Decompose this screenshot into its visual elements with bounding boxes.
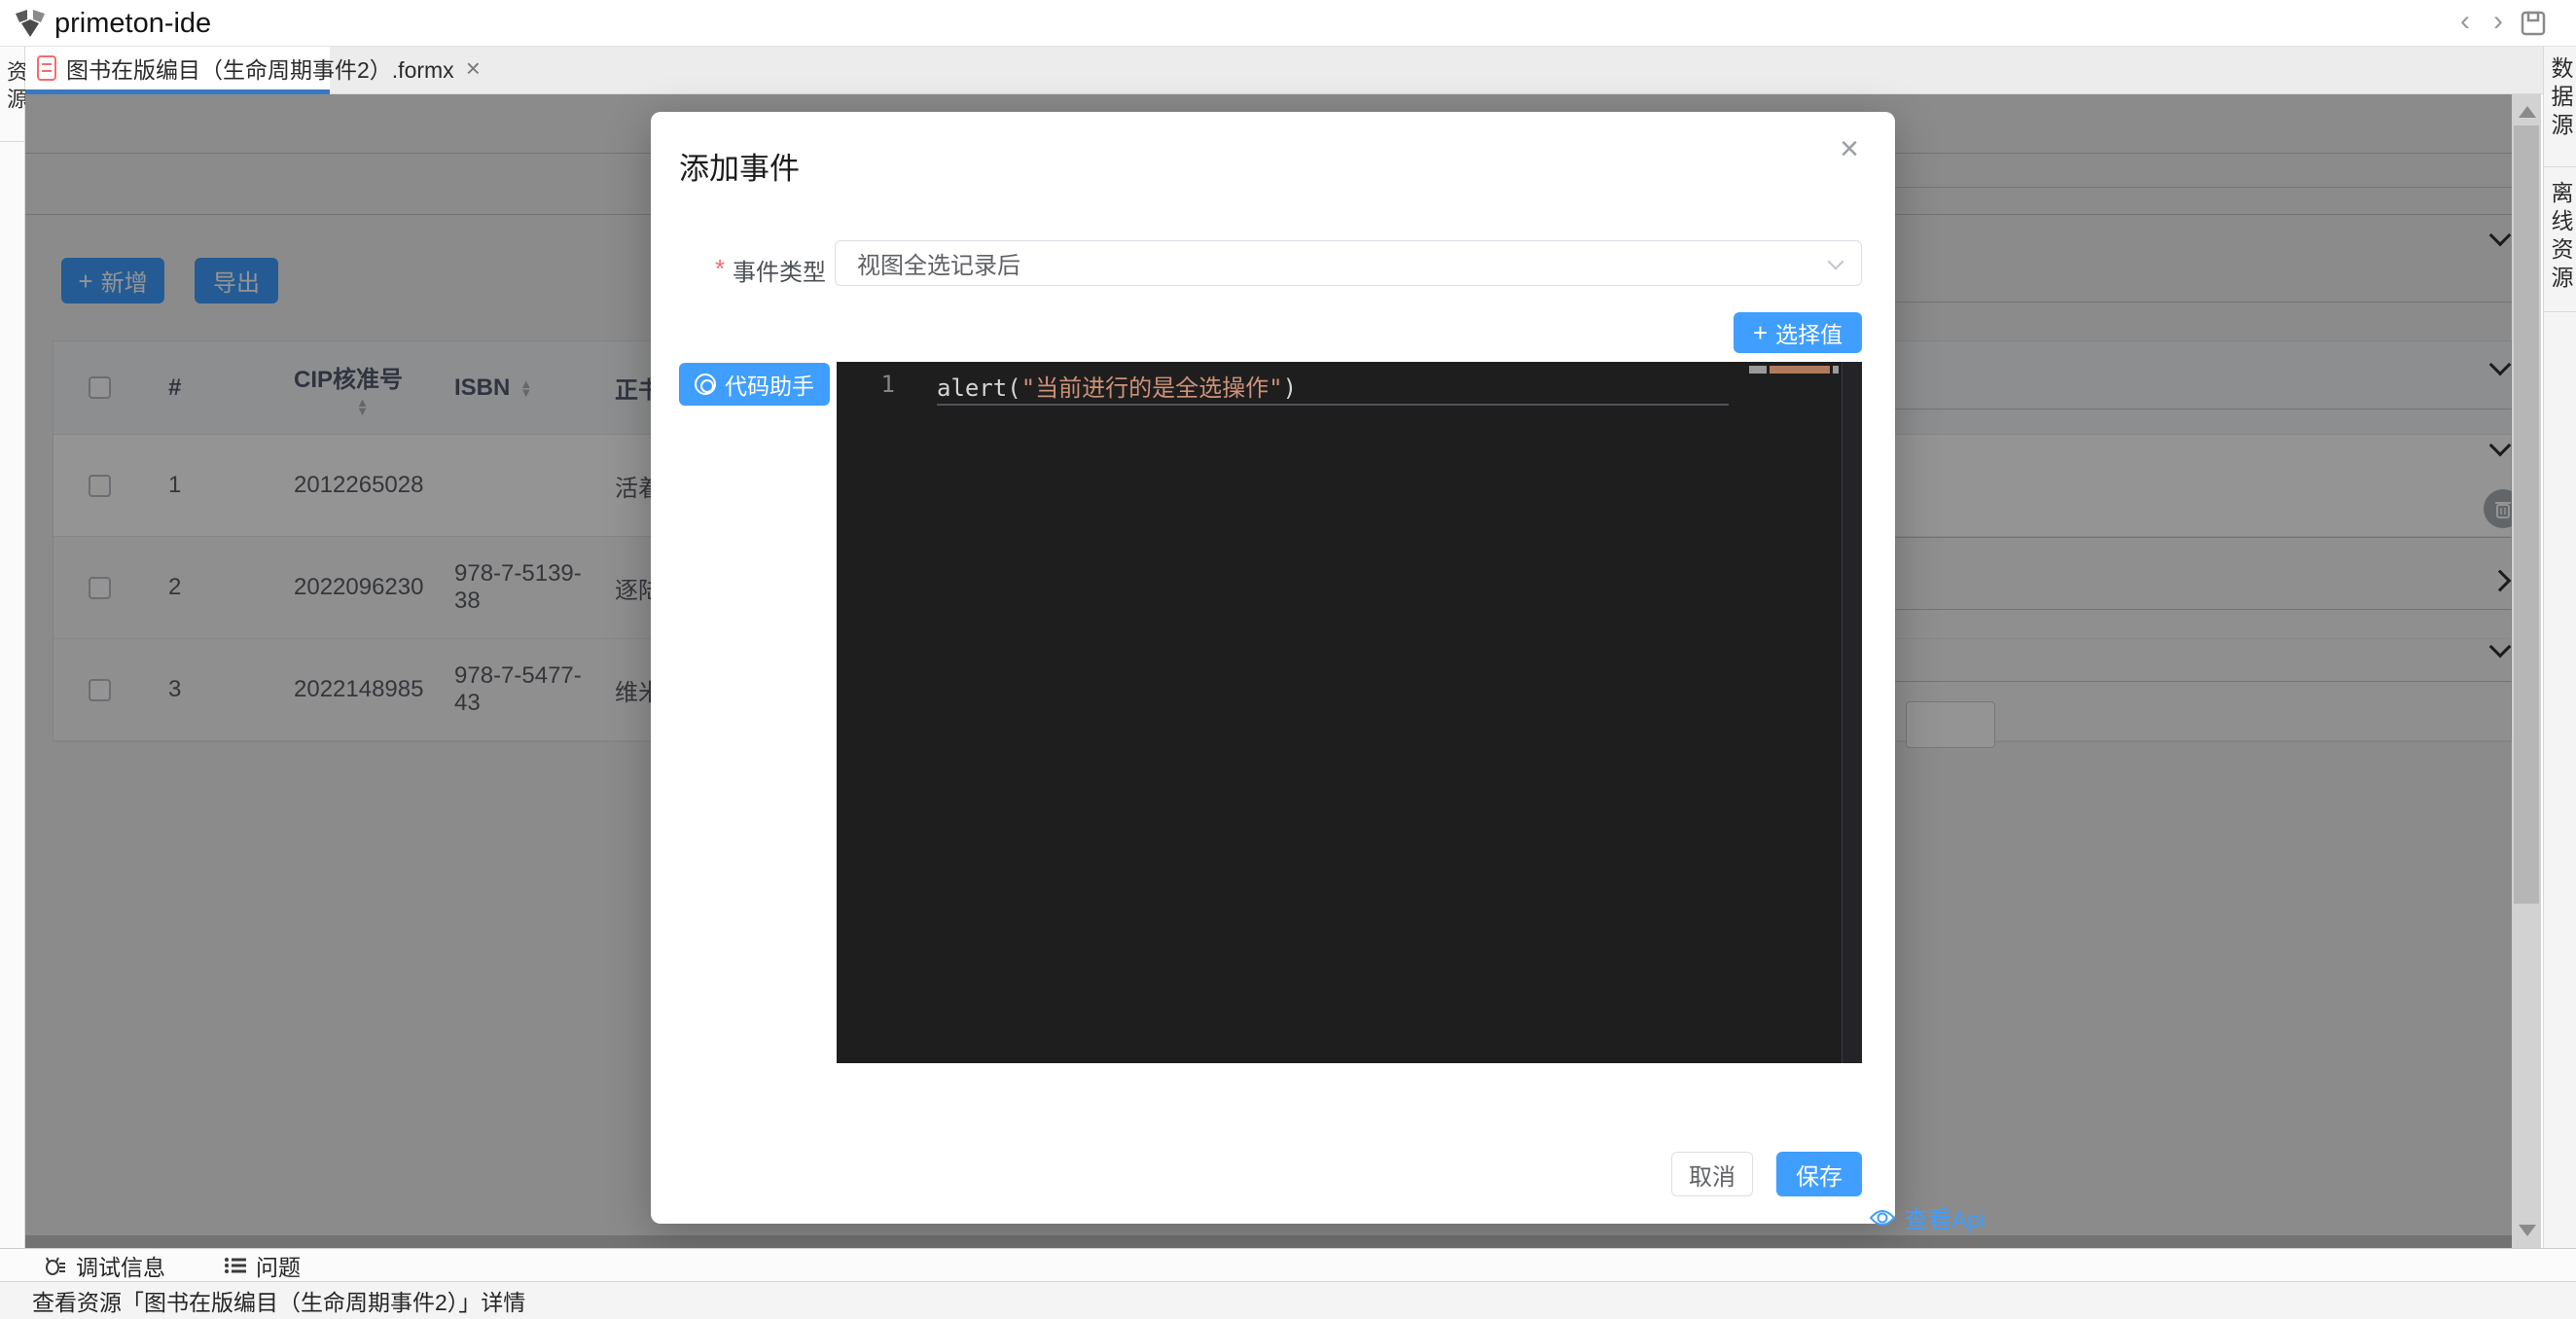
event-type-label: 事件类型 (733, 253, 826, 287)
debug-info-tab[interactable]: 调试信息 (44, 1249, 165, 1282)
tab-formx[interactable]: 图书在版编目（生命周期事件2）.formx × (25, 47, 330, 94)
left-rail-resources[interactable]: 资源 (0, 60, 24, 115)
tab-bar: 图书在版编目（生命周期事件2）.formx × (25, 47, 2543, 94)
current-line-underline (937, 404, 1729, 406)
add-event-dialog: 添加事件 × * 事件类型 视图全选记录后 + 选择值 代码助手 1 alert… (651, 112, 1895, 1224)
app-window: primeton-ide ‹ › 资源 图书在版编目（生命周期事件2）.form… (0, 0, 2576, 1319)
list-icon (224, 1254, 247, 1277)
right-rail-divider (2544, 311, 2576, 312)
left-rail: 资源 (0, 47, 25, 1248)
cancel-button[interactable]: 取消 (1671, 1152, 1753, 1196)
vertical-scrollbar[interactable] (2512, 94, 2541, 1248)
right-rail-offline-resource[interactable]: 离线资源 (2544, 181, 2576, 294)
title-bar: primeton-ide ‹ › (0, 0, 2576, 47)
scrollbar-thumb[interactable] (2514, 125, 2539, 904)
code-assistant-icon (695, 374, 716, 395)
app-title: primeton-ide (54, 8, 211, 40)
nav-forward-icon[interactable]: › (2483, 6, 2514, 39)
code-assistant-button[interactable]: 代码助手 (679, 363, 830, 406)
view-api-link[interactable]: 查看Api (1869, 1200, 1986, 1234)
eye-icon (1869, 1208, 1896, 1228)
right-rail: 数据源 离线资源 (2543, 47, 2576, 1248)
chevron-down-icon (1828, 254, 1844, 270)
plus-icon: + (1753, 320, 1768, 345)
scroll-down-arrow-icon[interactable] (2519, 1225, 2536, 1236)
select-value-button[interactable]: + 选择值 (1734, 312, 1862, 353)
editor-minimap[interactable] (1842, 362, 1862, 1063)
status-text: 查看资源「图书在版编目（生命周期事件2）」详情 (32, 1284, 525, 1317)
code-line[interactable]: alert("当前进行的是全选操作") (937, 369, 1297, 403)
debug-icon (44, 1254, 67, 1277)
scroll-up-arrow-icon[interactable] (2519, 106, 2536, 118)
required-mark: * (715, 254, 725, 284)
bottom-panel-bar: 调试信息 问题 (0, 1248, 2576, 1281)
right-rail-datasource[interactable]: 数据源 (2544, 56, 2576, 141)
tab-label: 图书在版编目（生命周期事件2）.formx (66, 52, 454, 85)
code-editor[interactable]: 1 alert("当前进行的是全选操作") (837, 362, 1862, 1063)
nav-back-icon[interactable]: ‹ (2450, 6, 2481, 39)
event-type-value: 视图全选记录后 (857, 246, 1020, 280)
tab-close-icon[interactable]: × (466, 58, 481, 78)
event-type-select[interactable]: 视图全选记录后 (835, 240, 1862, 286)
save-button[interactable]: 保存 (1776, 1152, 1862, 1196)
save-icon[interactable] (2520, 10, 2547, 37)
line-number: 1 (837, 371, 895, 398)
right-rail-divider (2544, 166, 2576, 167)
app-logo-icon (14, 8, 47, 39)
problems-tab[interactable]: 问题 (224, 1249, 301, 1282)
left-rail-divider (0, 141, 24, 142)
minimap-code-strip (1749, 366, 1839, 374)
dialog-close-icon[interactable]: × (1830, 129, 1869, 168)
formx-file-icon (37, 55, 56, 81)
status-bar: 查看资源「图书在版编目（生命周期事件2）」详情 (0, 1281, 2576, 1319)
dialog-title: 添加事件 (679, 144, 800, 188)
